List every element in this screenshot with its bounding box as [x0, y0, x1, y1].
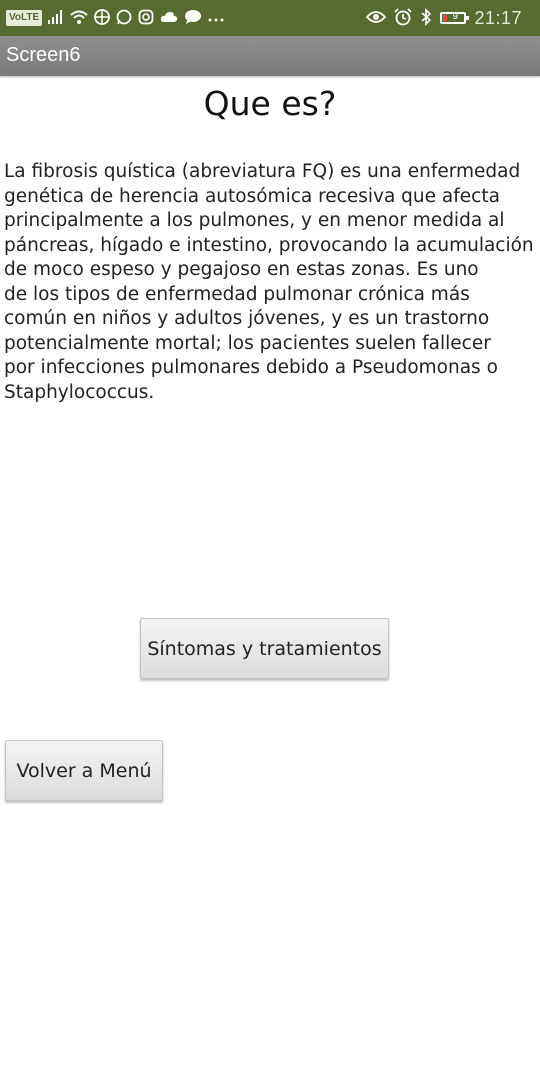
battery-level: 9 [452, 11, 459, 22]
title-bar: Screen6 [0, 36, 540, 76]
signal-icon [48, 9, 64, 27]
status-bar-left: VoLTE [6, 0, 224, 36]
whatsapp-icon [116, 9, 132, 28]
bluetooth-icon [420, 7, 432, 29]
cloud-icon [160, 10, 178, 26]
chat-bubble-icon [184, 9, 202, 28]
volver-menu-label: Volver a Menú [16, 759, 152, 782]
basketball-icon [94, 8, 111, 28]
description-paragraph: La fibrosis quística (abreviatura FQ) es… [4, 161, 534, 403]
eye-icon [366, 10, 387, 27]
page-heading: Que es? [203, 84, 337, 123]
status-bar: VoLTE 9 21:17 [0, 0, 540, 36]
volte-badge: VoLTE [6, 10, 43, 26]
clock: 21:17 [474, 7, 522, 28]
screen-title: Screen6 [6, 44, 81, 66]
battery-icon: 9 [440, 11, 470, 24]
battery-fill [443, 15, 448, 21]
sintomas-tratamientos-label: Síntomas y tratamientos [147, 637, 382, 660]
volver-menu-button[interactable]: Volver a Menú [5, 740, 163, 801]
sintomas-tratamientos-button[interactable]: Síntomas y tratamientos [140, 618, 389, 679]
instagram-icon [138, 9, 154, 28]
more-dots-icon [208, 10, 224, 26]
wifi-icon [70, 10, 88, 27]
alarm-icon [394, 7, 413, 29]
status-bar-right: 9 21:17 [366, 0, 522, 36]
